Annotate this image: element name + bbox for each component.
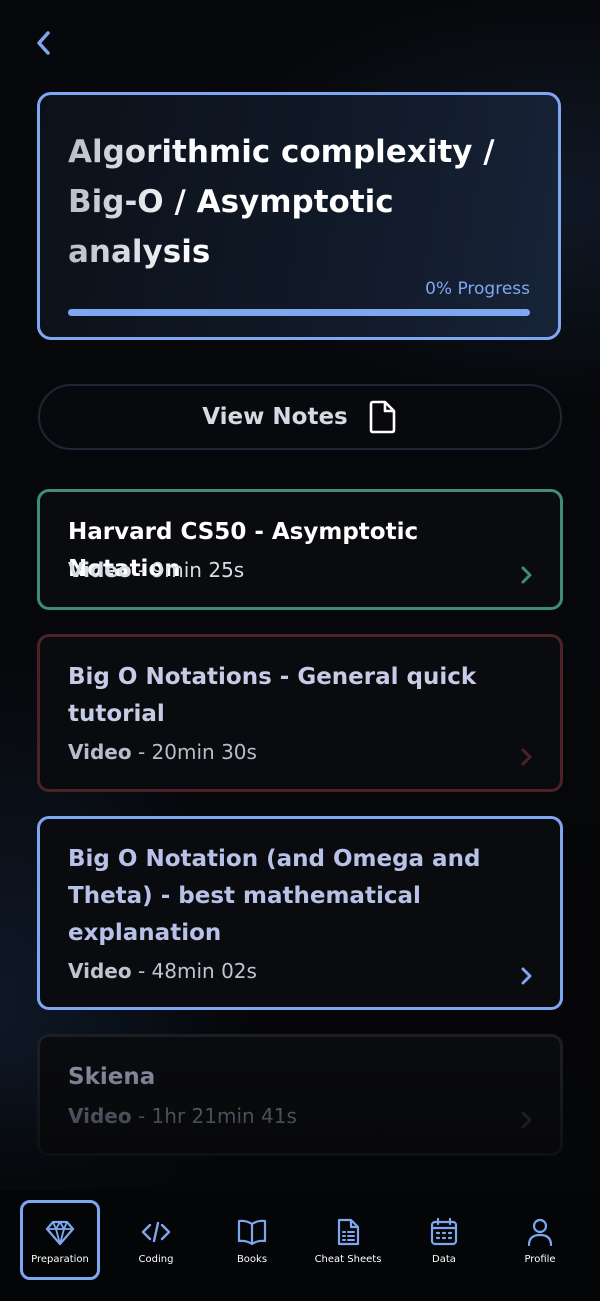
book-icon: [237, 1219, 267, 1245]
view-notes-label: View Notes: [202, 404, 348, 430]
diamond-icon: [45, 1220, 75, 1245]
resource-duration: - 48min 02s: [131, 959, 257, 983]
progress-bar: [68, 309, 530, 316]
nav-label: Profile: [524, 1253, 556, 1265]
nav-item-cheat-sheets[interactable]: Cheat Sheets: [308, 1200, 388, 1280]
code-icon: [141, 1221, 171, 1242]
nav-item-profile[interactable]: Profile: [500, 1200, 580, 1280]
resource-kind: Video: [68, 558, 132, 582]
resource-card[interactable]: Big O Notation (and Omega and Theta) - b…: [37, 816, 563, 1010]
resource-kind: Video: [68, 740, 132, 764]
resource-kind: Video: [68, 1104, 132, 1128]
cheat-sheet-icon: [337, 1218, 360, 1245]
resource-duration: - 1hr 21min 41s: [131, 1104, 297, 1128]
resource-title: Skiena: [68, 1064, 156, 1090]
chevron-right-icon: [521, 748, 532, 766]
nav-label: Cheat Sheets: [314, 1253, 382, 1265]
resource-meta: Video - 9min 25s: [68, 556, 244, 584]
resource-kind: Video: [68, 959, 132, 983]
resource-card[interactable]: Big O Notations - General quick tutorial…: [37, 634, 563, 792]
topic-title: Algorithmic complexity / Big-O / Asympto…: [68, 127, 528, 277]
resource-duration: - 9min 25s: [131, 558, 245, 582]
nav-item-books[interactable]: Books: [212, 1200, 292, 1280]
resource-meta: Video - 20min 30s: [68, 738, 257, 766]
resource-card[interactable]: Skiena Video - 1hr 21min 41s: [37, 1034, 563, 1156]
view-notes-button[interactable]: View Notes: [38, 384, 562, 450]
chevron-left-icon: [37, 31, 50, 55]
topic-detail-screen: Algorithmic complexity / Big-O / Asympto…: [0, 0, 600, 1301]
resource-duration: - 20min 30s: [131, 740, 257, 764]
nav-label: Preparation: [31, 1253, 89, 1265]
resource-card[interactable]: Harvard CS50 - Asymptotic Notation Video…: [37, 489, 563, 610]
nav-item-preparation[interactable]: Preparation: [20, 1200, 100, 1280]
nav-item-data[interactable]: Data: [404, 1200, 484, 1280]
back-button[interactable]: [28, 26, 58, 60]
topic-header-card: Algorithmic complexity / Big-O / Asympto…: [37, 92, 561, 340]
resource-meta: Video - 48min 02s: [68, 957, 257, 985]
chevron-right-icon: [521, 566, 532, 584]
user-icon: [527, 1218, 553, 1246]
nav-label: Coding: [138, 1253, 174, 1265]
nav-item-coding[interactable]: Coding: [116, 1200, 196, 1280]
resource-meta: Video - 1hr 21min 41s: [68, 1102, 297, 1130]
nav-label: Data: [432, 1253, 456, 1265]
document-icon: [369, 400, 396, 434]
progress-label: 0% Progress: [425, 279, 530, 299]
nav-label: Books: [236, 1253, 268, 1265]
resource-title: Big O Notations - General quick tutorial: [68, 664, 477, 727]
resource-title: Big O Notation (and Omega and Theta) - b…: [68, 846, 481, 946]
bottom-nav: Preparation Coding Books Cheat Sheets Da…: [0, 1190, 600, 1301]
chevron-right-icon: [521, 1111, 532, 1129]
calendar-icon: [430, 1217, 458, 1245]
chevron-right-icon: [521, 967, 532, 985]
